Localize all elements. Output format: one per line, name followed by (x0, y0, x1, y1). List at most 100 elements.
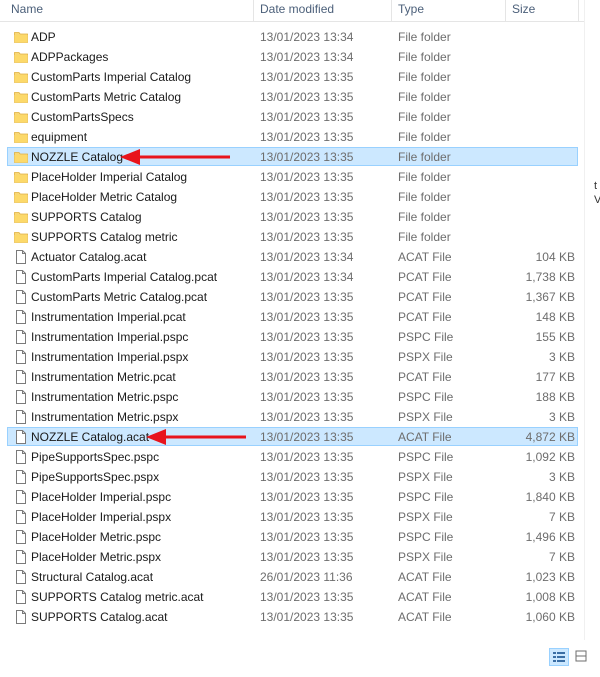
folder-row[interactable]: ADP 13/01/2023 13:34 File folder (0, 27, 584, 47)
file-type: PCAT File (398, 370, 452, 384)
file-name: PlaceHolder Imperial.pspx (31, 510, 172, 524)
file-row[interactable]: PlaceHolder Imperial.pspx 13/01/2023 13:3… (0, 507, 584, 527)
file-row[interactable]: SUPPORTS Catalog metric.acat 13/01/2023 1… (0, 587, 584, 607)
large-icons-view-button[interactable] (572, 648, 592, 666)
folder-row[interactable]: SUPPORTS Catalog metric 13/01/2023 13:35 F… (0, 227, 584, 247)
column-header-type[interactable]: Type (398, 0, 503, 21)
file-type: File folder (398, 130, 451, 144)
file-size: 3 KB (548, 470, 575, 484)
folder-row[interactable]: CustomParts Imperial Catalog 13/01/2023 1… (0, 67, 584, 87)
folder-icon (14, 210, 28, 224)
folder-icon (14, 230, 28, 244)
column-divider[interactable] (578, 0, 579, 21)
file-date-modified: 13/01/2023 13:35 (260, 290, 354, 304)
file-size (510, 147, 575, 167)
file-row[interactable]: PipeSupportsSpec.pspx 13/01/2023 13:35 PSP… (0, 467, 584, 487)
file-name: PlaceHolder Metric.pspx (31, 550, 162, 564)
file-size (510, 107, 575, 127)
folder-row[interactable]: CustomParts Metric Catalog 13/01/2023 13:… (0, 87, 584, 107)
file-date-modified: 13/01/2023 13:35 (260, 110, 354, 124)
file-name: equipment (31, 130, 88, 144)
file-size: 3 KB (548, 350, 575, 364)
file-name: PlaceHolder Metric.pspc (31, 530, 162, 544)
file-row[interactable]: Instrumentation Imperial.pcat 13/01/2023 … (0, 307, 584, 327)
file-row[interactable]: CustomParts Imperial Catalog.pcat 13/01/2… (0, 267, 584, 287)
column-header-name[interactable]: Name (11, 0, 251, 21)
file-name: SUPPORTS Catalog (31, 210, 142, 224)
file-size: 1,840 KB (525, 490, 575, 504)
column-divider[interactable] (391, 0, 392, 21)
file-date-modified: 13/01/2023 13:34 (260, 270, 354, 284)
file-row[interactable]: NOZZLE Catalog.acat 13/01/2023 13:35 ACAT … (0, 427, 584, 447)
file-date-modified: 13/01/2023 13:35 (260, 330, 354, 344)
file-row[interactable]: Instrumentation Metric.pspx 13/01/2023 13… (0, 407, 584, 427)
column-header-bar: Name Date modified Type Size (0, 0, 584, 22)
file-type: File folder (398, 90, 451, 104)
file-icon (14, 350, 28, 364)
file-row[interactable]: Actuator Catalog.acat 13/01/2023 13:34 ACA… (0, 247, 584, 267)
file-type: File folder (398, 150, 451, 164)
file-icon (14, 530, 28, 544)
folder-row[interactable]: PlaceHolder Imperial Catalog 13/01/2023 1… (0, 167, 584, 187)
file-size: 177 KB (535, 370, 575, 384)
file-type: PSPX File (398, 410, 453, 424)
file-date-modified: 13/01/2023 13:34 (260, 50, 354, 64)
file-name: Instrumentation Imperial.pspx (31, 350, 189, 364)
file-name: Instrumentation Imperial.pspc (31, 330, 189, 344)
file-row[interactable]: Instrumentation Imperial.pspx 13/01/2023 … (0, 347, 584, 367)
file-row[interactable]: Instrumentation Metric.pcat 13/01/2023 13… (0, 367, 584, 387)
file-size (510, 47, 575, 67)
file-type: PSPX File (398, 350, 453, 364)
file-type: ACAT File (398, 250, 452, 264)
folder-row[interactable]: ADPPackages 13/01/2023 13:34 File folder (0, 47, 584, 67)
file-name: Instrumentation Metric.pcat (31, 370, 176, 384)
file-icon (14, 430, 28, 444)
file-size: 1,008 KB (525, 590, 575, 604)
file-name: Instrumentation Metric.pspc (31, 390, 179, 404)
file-size: 1,738 KB (525, 270, 575, 284)
file-name: CustomParts Imperial Catalog (31, 70, 192, 84)
file-type: ACAT File (398, 610, 452, 624)
file-row[interactable]: PipeSupportsSpec.pspc 13/01/2023 13:35 PSP… (0, 447, 584, 467)
file-name: CustomParts Metric Catalog (31, 90, 182, 104)
folder-row[interactable]: NOZZLE Catalog 13/01/2023 13:35 File folde… (0, 147, 584, 167)
file-type: File folder (398, 50, 451, 64)
file-row[interactable]: PlaceHolder Metric.pspc 13/01/2023 13:35 P… (0, 527, 584, 547)
file-name: ADP (31, 30, 56, 44)
column-header-date-modified[interactable]: Date modified (260, 0, 388, 21)
file-type: File folder (398, 190, 451, 204)
file-type: PCAT File (398, 310, 452, 324)
column-divider[interactable] (505, 0, 506, 21)
file-date-modified: 13/01/2023 13:35 (260, 430, 354, 444)
file-name: CustomParts Metric Catalog.pcat (31, 290, 208, 304)
file-date-modified: 13/01/2023 13:35 (260, 370, 354, 384)
file-row[interactable]: PlaceHolder Metric.pspx 13/01/2023 13:35 P… (0, 547, 584, 567)
file-type: ACAT File (398, 570, 452, 584)
file-row[interactable]: PlaceHolder Imperial.pspc 13/01/2023 13:3… (0, 487, 584, 507)
file-name: SUPPORTS Catalog.acat (31, 610, 168, 624)
column-header-size[interactable]: Size (512, 0, 572, 21)
folder-row[interactable]: PlaceHolder Metric Catalog 13/01/2023 13:… (0, 187, 584, 207)
folder-row[interactable]: SUPPORTS Catalog 13/01/2023 13:35 File fol… (0, 207, 584, 227)
file-date-modified: 13/01/2023 13:35 (260, 170, 354, 184)
vertical-scrollbar[interactable] (584, 0, 600, 640)
file-type: PCAT File (398, 270, 452, 284)
folder-icon (14, 90, 28, 104)
file-row[interactable]: SUPPORTS Catalog.acat 13/01/2023 13:35 ACA… (0, 607, 584, 627)
folder-row[interactable]: equipment 13/01/2023 13:35 File folder (0, 127, 584, 147)
file-row[interactable]: Instrumentation Metric.pspc 13/01/2023 13… (0, 387, 584, 407)
details-view-button[interactable] (549, 648, 569, 666)
file-size (510, 67, 575, 87)
folder-row[interactable]: CustomPartsSpecs 13/01/2023 13:35 File fol… (0, 107, 584, 127)
clipped-window-text: V (594, 194, 600, 206)
file-date-modified: 13/01/2023 13:35 (260, 390, 354, 404)
file-row[interactable]: Structural Catalog.acat 26/01/2023 11:36 A… (0, 567, 584, 587)
folder-icon (14, 110, 28, 124)
file-type: PSPC File (398, 390, 454, 404)
file-type: ACAT File (398, 430, 452, 444)
file-type: PCAT File (398, 290, 452, 304)
column-divider[interactable] (253, 0, 254, 21)
file-row[interactable]: CustomParts Metric Catalog.pcat 13/01/202… (0, 287, 584, 307)
folder-icon (14, 30, 28, 44)
file-row[interactable]: Instrumentation Imperial.pspc 13/01/2023 … (0, 327, 584, 347)
